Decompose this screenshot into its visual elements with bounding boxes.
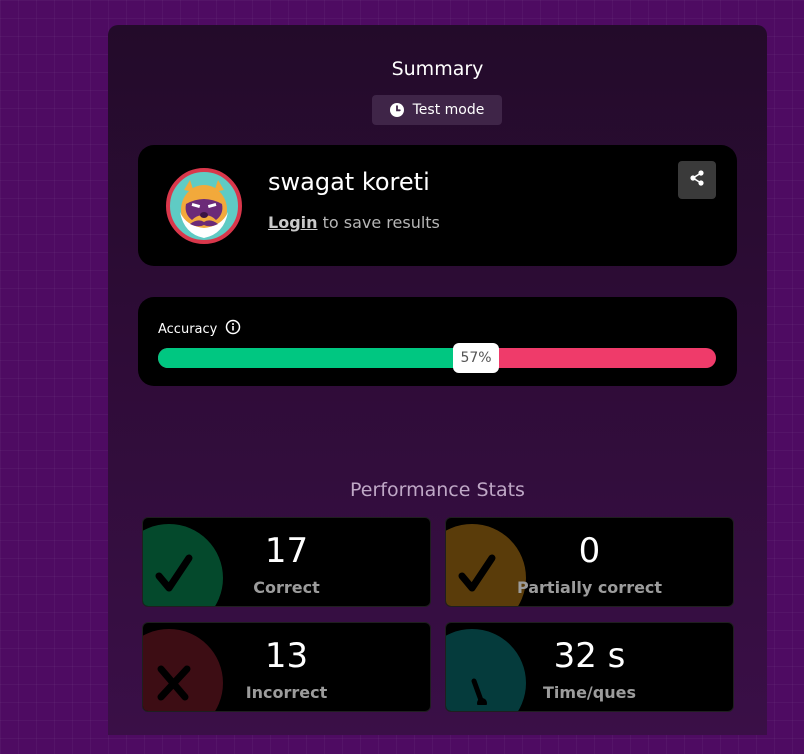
test-mode-label: Test mode bbox=[412, 102, 485, 118]
stat-value-partially-correct: 0 bbox=[578, 531, 601, 571]
login-prompt: Login to save results bbox=[268, 213, 440, 232]
accuracy-card: Accuracy 57% bbox=[138, 297, 737, 386]
stat-value-correct: 17 bbox=[264, 531, 309, 571]
stat-label-correct: Correct bbox=[253, 578, 320, 597]
info-icon[interactable] bbox=[225, 319, 241, 339]
share-button[interactable] bbox=[678, 161, 716, 199]
login-suffix: to save results bbox=[317, 213, 440, 232]
avatar bbox=[166, 168, 242, 244]
stat-card-incorrect: 13 Incorrect bbox=[142, 622, 431, 712]
stat-card-correct: 17 Correct bbox=[142, 517, 431, 607]
stat-card-partially-correct: 0 Partially correct bbox=[445, 517, 734, 607]
login-link[interactable]: Login bbox=[268, 213, 318, 232]
accuracy-bar-fill bbox=[158, 348, 477, 368]
stat-value-incorrect: 13 bbox=[264, 636, 309, 676]
stat-label-partially-correct: Partially correct bbox=[516, 578, 663, 597]
accuracy-bar: 57% bbox=[158, 343, 716, 373]
stat-value-time-per-question: 32 s bbox=[553, 636, 626, 676]
stat-card-time-per-question: 32 s Time/ques bbox=[445, 622, 734, 712]
accuracy-header: Accuracy bbox=[158, 319, 241, 339]
clock-icon bbox=[389, 103, 404, 117]
stat-label-incorrect: Incorrect bbox=[245, 683, 328, 702]
stat-label-time-per-question: Time/ques bbox=[543, 683, 636, 702]
accuracy-percent-badge: 57% bbox=[453, 343, 500, 373]
performance-stats-title: Performance Stats bbox=[350, 479, 525, 501]
user-card: swagat koreti Login to save results bbox=[138, 145, 737, 266]
accuracy-label: Accuracy bbox=[158, 321, 218, 337]
summary-panel: Summary Test mode swagat koreti Login to… bbox=[108, 25, 767, 735]
user-name: swagat koreti bbox=[268, 168, 430, 196]
share-icon bbox=[689, 170, 705, 190]
test-mode-badge: Test mode bbox=[372, 95, 502, 125]
summary-title: Summary bbox=[391, 58, 484, 80]
